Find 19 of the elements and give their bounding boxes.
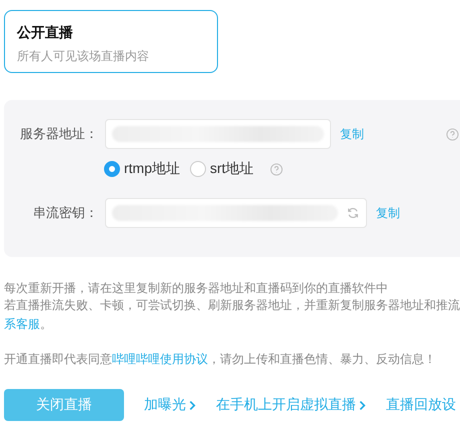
option-title: 公开直播 (17, 24, 74, 42)
privacy-option-card[interactable]: 公开直播 所有人可见该场直播内容 (4, 10, 218, 73)
option-description: 所有人可见该场直播内容 (17, 48, 150, 65)
action-link[interactable]: 在手机上开启虚拟直播 (216, 396, 366, 414)
protocol-radio[interactable]: rtmp地址 (104, 160, 180, 178)
user-agreement-link[interactable]: 哔哩哔哩使用协议 (112, 352, 208, 366)
instruction-text: 若直播推流失败、卡顿，可尝试切换、刷新服务器地址，并重新复制服务器地址和推流 (4, 297, 460, 314)
action-link[interactable]: 加曝光 (144, 396, 196, 414)
field-label: 串流密钥： (32, 204, 98, 222)
field-label: 服务器地址： (19, 125, 98, 143)
stop-live-button[interactable]: 关闭直播 (4, 389, 124, 421)
copy-link[interactable]: 复制 (376, 204, 400, 222)
contact-support-link[interactable]: 系客服 (4, 317, 40, 331)
punctuation-text: 。 (40, 317, 52, 331)
action-link[interactable]: 直播回放设 (386, 396, 456, 414)
copy-link[interactable]: 复制 (340, 126, 364, 142)
agreement-text: 开通直播即代表同意哔哩哔哩使用协议，请勿上传和直播色情、暴力、反动信息！ (3, 351, 437, 368)
instruction-text: 每次重新开播，请在这里复制新的服务器地址和直播码到你的直播软件中 (4, 280, 389, 297)
protocol-radio[interactable]: srt地址 (190, 160, 254, 178)
